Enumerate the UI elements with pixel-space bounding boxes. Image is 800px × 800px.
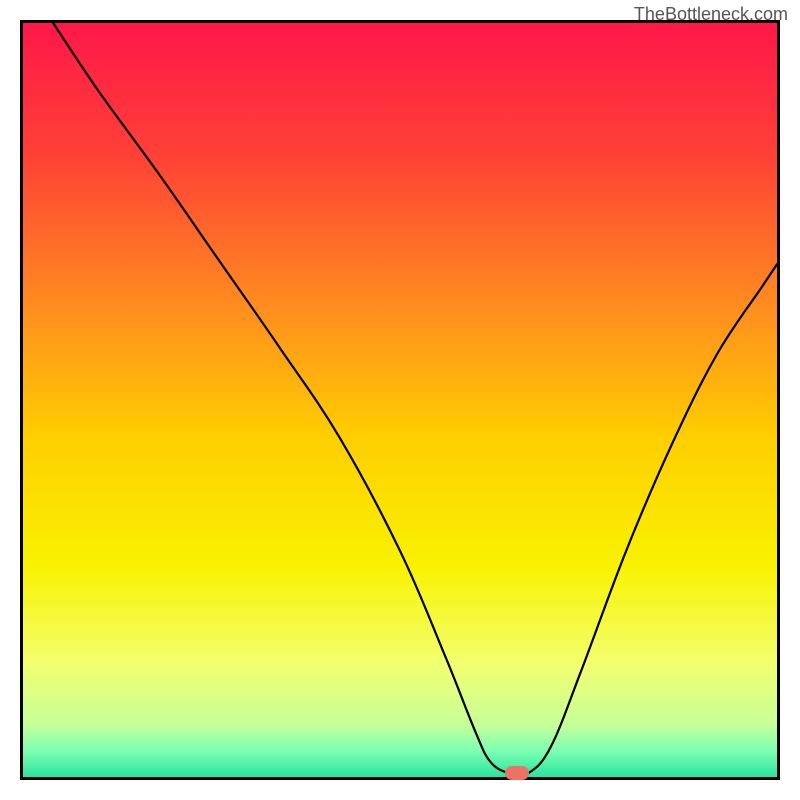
bottleneck-curve	[53, 23, 777, 776]
curve-layer	[23, 23, 777, 777]
bottleneck-chart: TheBottleneck.com	[0, 0, 800, 800]
plot-area	[20, 20, 780, 780]
optimal-marker	[505, 766, 529, 780]
